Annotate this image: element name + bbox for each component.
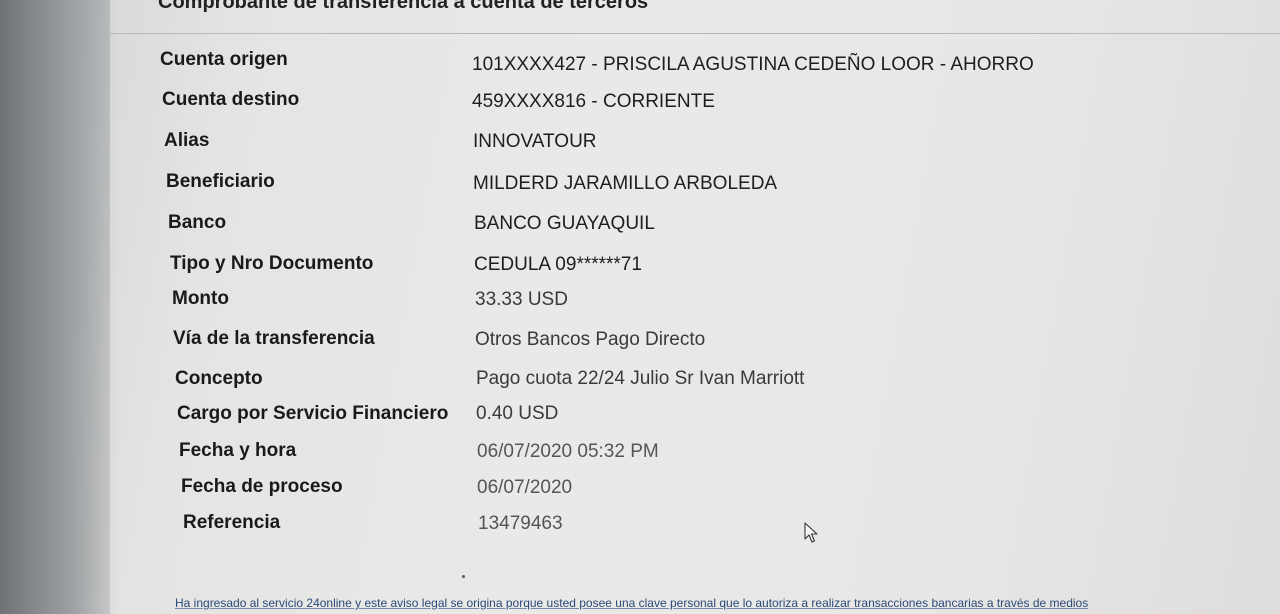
page-title: Comprobante de transferencia a cuenta de…	[158, 0, 649, 13]
label-tipo-documento: Tipo y Nro Documento	[170, 253, 374, 274]
value-banco: BANCO GUAYAQUIL	[474, 213, 655, 234]
value-fecha-hora: 06/07/2020 05:32 PM	[477, 441, 659, 462]
value-alias: INNOVATOUR	[473, 131, 597, 152]
label-cuenta-origen: Cuenta origen	[160, 49, 288, 70]
label-via-transferencia: Vía de la transferencia	[173, 328, 375, 349]
label-banco: Banco	[168, 212, 227, 233]
value-cargo-servicio: 0.40 USD	[476, 403, 559, 424]
value-tipo-documento: CEDULA 09******71	[474, 254, 642, 275]
value-via-transferencia: Otros Bancos Pago Directo	[475, 329, 706, 350]
label-cuenta-destino: Cuenta destino	[162, 89, 300, 110]
value-cuenta-origen: 101XXXX427 - PRISCILA AGUSTINA CEDEÑO LO…	[472, 54, 1034, 75]
label-fecha-hora: Fecha y hora	[179, 440, 297, 461]
label-fecha-proceso: Fecha de proceso	[181, 476, 343, 497]
label-monto: Monto	[172, 288, 229, 309]
value-fecha-proceso: 06/07/2020	[477, 477, 573, 498]
label-beneficiario: Beneficiario	[166, 171, 275, 192]
mouse-pointer-icon	[804, 522, 818, 543]
value-concepto: Pago cuota 22/24 Julio Sr Ivan Marriott	[476, 368, 805, 389]
label-referencia: Referencia	[183, 512, 281, 533]
value-cuenta-destino: 459XXXX816 - CORRIENTE	[472, 91, 715, 112]
label-concepto: Concepto	[175, 368, 263, 389]
value-beneficiario: MILDERD JARAMILLO ARBOLEDA	[473, 173, 778, 194]
label-cargo-servicio: Cargo por Servicio Financiero	[177, 403, 449, 424]
value-referencia: 13479463	[478, 513, 563, 534]
label-alias: Alias	[164, 130, 210, 151]
stray-dot	[462, 575, 465, 578]
title-divider	[110, 33, 1280, 34]
screen-edge-shadow	[0, 0, 120, 614]
value-monto: 33.33 USD	[475, 289, 568, 310]
legal-notice: Ha ingresado al servicio 24online y este…	[175, 596, 1089, 610]
